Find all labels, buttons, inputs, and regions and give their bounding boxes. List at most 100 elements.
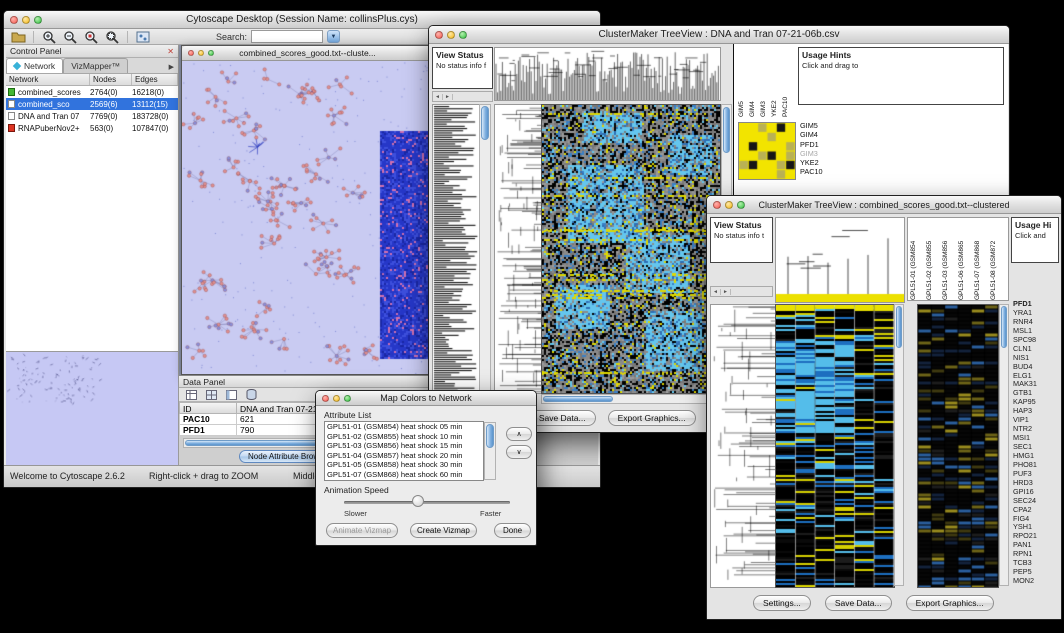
zoom-button[interactable] <box>344 395 351 402</box>
selection-vscrollbar[interactable] <box>999 304 1009 586</box>
gene-label[interactable]: GPI16 <box>1013 488 1061 497</box>
cluster-heatmap[interactable] <box>775 304 895 588</box>
close-icon[interactable]: ✕ <box>167 47 174 56</box>
mini-hscrollbar[interactable]: ◄ ► <box>432 91 493 102</box>
search-input[interactable] <box>251 30 323 43</box>
minimize-button[interactable] <box>447 31 455 39</box>
gene-label[interactable]: YSH1 <box>1013 523 1061 532</box>
minimize-button[interactable] <box>333 395 340 402</box>
treeview-button[interactable]: Save Data... <box>529 410 596 426</box>
gene-label[interactable]: MAK31 <box>1013 380 1061 389</box>
gene-label[interactable]: ELG1 <box>1013 372 1061 381</box>
network-view-titlebar[interactable]: combined_scores_good.txt--cluste... <box>182 46 433 61</box>
network-column-header[interactable]: Network <box>6 74 90 85</box>
gene-label[interactable]: SEC1 <box>1013 443 1061 452</box>
scroll-left-icon[interactable]: ◄ <box>711 289 721 295</box>
gene-label[interactable]: PFD1 <box>800 140 823 149</box>
treeview-combined-titlebar[interactable]: ClusterMaker TreeView : combined_scores_… <box>707 196 1061 214</box>
gene-label[interactable]: GIM3 <box>760 47 771 117</box>
create-vizmap-button[interactable]: Create Vizmap <box>410 523 477 538</box>
array-label[interactable]: GPL51-06 (GSM865 <box>958 218 974 300</box>
column-dendrogram[interactable] <box>494 47 721 101</box>
gene-label[interactable]: YKE2 <box>771 47 782 117</box>
zoom-out-icon[interactable] <box>62 30 78 44</box>
network-overview-icon[interactable] <box>135 30 151 44</box>
column-dendrogram[interactable] <box>775 217 905 303</box>
attribute-item[interactable]: GPL51-04 (GSM857) heat shock 20 min <box>325 451 483 461</box>
gene-label[interactable]: KAP95 <box>1013 398 1061 407</box>
gene-label[interactable]: GIM4 <box>800 130 823 139</box>
gene-label[interactable]: PUF3 <box>1013 470 1061 479</box>
minimize-button[interactable] <box>198 50 204 56</box>
tab-vizmapper[interactable]: VizMapper™ <box>63 58 128 73</box>
gene-label[interactable]: FIG4 <box>1013 515 1061 524</box>
done-button[interactable]: Done <box>494 523 531 538</box>
gene-label[interactable]: MSI1 <box>1013 434 1061 443</box>
network-list-item[interactable]: RNAPuberNov2+ 563(0) 107847(0) <box>6 122 178 134</box>
array-label[interactable]: GPL51-02 (GSM855 <box>926 218 942 300</box>
zoom-button[interactable] <box>737 201 745 209</box>
attribute-list-scrollbar[interactable] <box>484 422 496 480</box>
scrollbar-thumb[interactable] <box>896 306 902 348</box>
treeview-button[interactable]: Save Data... <box>825 595 892 611</box>
gene-label[interactable]: SPC98 <box>1013 336 1061 345</box>
scroll-right-icon[interactable]: ► <box>721 289 731 295</box>
network-list-item[interactable]: DNA and Tran 07 7769(0) 183728(0) <box>6 110 178 122</box>
scrollbar-thumb[interactable] <box>543 396 613 402</box>
gene-label[interactable]: PAN1 <box>1013 541 1061 550</box>
gene-label[interactable]: RPO21 <box>1013 532 1061 541</box>
treeview-button[interactable]: Export Graphics... <box>906 595 994 611</box>
gene-label[interactable]: MON2 <box>1013 577 1061 586</box>
dialog-titlebar[interactable]: Map Colors to Network <box>316 391 536 406</box>
database-icon[interactable] <box>243 388 259 402</box>
gene-label-strip[interactable] <box>432 104 480 394</box>
gene-label[interactable]: GIM5 <box>800 121 823 130</box>
minimize-button[interactable] <box>22 16 30 24</box>
gene-label[interactable]: GIM5 <box>738 47 749 117</box>
gene-label[interactable]: MSL1 <box>1013 327 1061 336</box>
treeview-button[interactable]: Settings... <box>753 595 811 611</box>
data-column-header[interactable]: ID <box>179 402 237 414</box>
gene-label[interactable]: PHO81 <box>1013 461 1061 470</box>
tab-overflow-arrow[interactable]: ▶ <box>169 63 178 73</box>
zoom-button[interactable] <box>208 50 214 56</box>
zoom-selected-icon[interactable] <box>83 30 99 44</box>
treeview-dna-titlebar[interactable]: ClusterMaker TreeView : DNA and Tran 07-… <box>429 26 1009 44</box>
close-button[interactable] <box>188 50 194 56</box>
open-folder-icon[interactable] <box>10 30 26 44</box>
heatmap-hscrollbar[interactable] <box>541 394 732 404</box>
array-label[interactable]: GPL51-08 (GSM872 <box>990 218 1006 300</box>
gene-label[interactable]: NIS1 <box>1013 354 1061 363</box>
gene-label[interactable]: RNR4 <box>1013 318 1061 327</box>
close-button[interactable] <box>10 16 18 24</box>
columns-icon[interactable] <box>223 388 239 402</box>
array-label[interactable]: GPL51-01 (GSM854 <box>910 218 926 300</box>
close-button[interactable] <box>713 201 721 209</box>
mini-hscrollbar[interactable]: ◄ ► <box>710 286 773 297</box>
gene-label[interactable]: RPN1 <box>1013 550 1061 559</box>
attribute-item[interactable]: GPL51-02 (GSM855) heat shock 10 min <box>325 432 483 442</box>
scroll-left-icon[interactable]: ◄ <box>433 94 443 100</box>
zoom-button[interactable] <box>34 16 42 24</box>
network-column-header[interactable]: Nodes <box>90 74 132 85</box>
gene-label[interactable]: NTR2 <box>1013 425 1061 434</box>
correlation-matrix[interactable] <box>738 122 796 180</box>
network-list-item[interactable]: combined_sco 2569(6) 13112(15) <box>6 98 178 110</box>
gene-label[interactable]: CLN1 <box>1013 345 1061 354</box>
selection-heatmap[interactable] <box>917 304 999 588</box>
gene-label[interactable]: VIP1 <box>1013 416 1061 425</box>
attribute-item[interactable]: GPL51-01 (GSM854) heat shock 05 min <box>325 422 483 432</box>
zoom-button[interactable] <box>459 31 467 39</box>
gene-label[interactable]: YRA1 <box>1013 309 1061 318</box>
gene-label[interactable]: GIM3 <box>800 149 823 158</box>
table-icon[interactable] <box>183 388 199 402</box>
move-down-button[interactable]: ∨ <box>506 445 532 459</box>
close-button[interactable] <box>322 395 329 402</box>
gene-label[interactable]: HAP3 <box>1013 407 1061 416</box>
zoom-fit-icon[interactable] <box>104 30 120 44</box>
array-label[interactable]: GPL51-07 (GSM868 <box>974 218 990 300</box>
gene-label[interactable]: TCB3 <box>1013 559 1061 568</box>
cluster-heatmap[interactable] <box>541 104 721 394</box>
network-column-header[interactable]: Edges <box>132 74 178 85</box>
attribute-item[interactable]: GPL51-03 (GSM856) heat shock 15 min <box>325 441 483 451</box>
